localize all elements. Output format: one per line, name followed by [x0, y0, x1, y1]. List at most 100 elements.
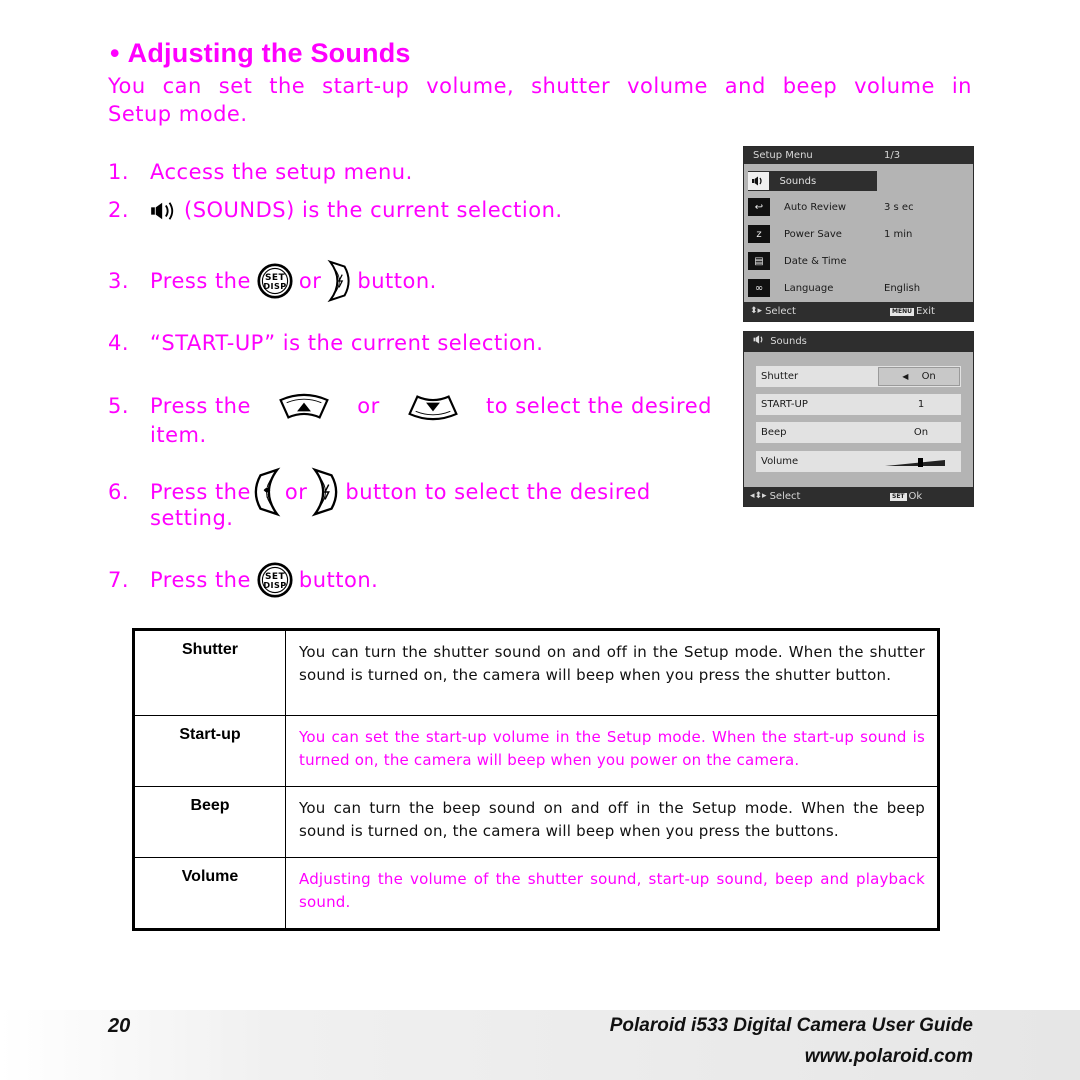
lcd-footer-bar: ◂⬍▸ Select SET Ok [744, 487, 973, 506]
lcd-title: Setup Menu [753, 150, 813, 161]
step-text-pre: Press the [150, 394, 251, 418]
volume-thumb[interactable] [918, 457, 923, 467]
step-2: 2. (SOUNDS) is the current selection. [108, 196, 563, 225]
menu-item-value: 1 min [884, 228, 913, 240]
navigation-arrows-icon: ⬍▸ [750, 306, 763, 316]
lcd-title-bar: Sounds [744, 332, 973, 352]
step-number: 2. [108, 198, 130, 222]
step-number: 3. [108, 268, 130, 293]
sounds-row-value: On [921, 371, 936, 382]
step-text-mid: or [357, 394, 380, 418]
table-key: Beep [133, 786, 286, 858]
step-7: 7. Press the SET DISP button. [108, 562, 378, 598]
footer-ok-label: Ok [908, 491, 923, 502]
step-6: 6. Press the or button to select the des… [108, 466, 730, 533]
menu-item-sounds[interactable]: Sounds [748, 171, 877, 191]
step-text-post: button to select the desired [345, 479, 651, 504]
sounds-row-value: 1 [917, 399, 925, 410]
set-disp-button-icon: SET DISP [257, 263, 293, 299]
table-row: Beep You can turn the beep sound on and … [133, 786, 939, 858]
sounds-row-label: Shutter [761, 371, 799, 382]
step-text-post: button. [298, 567, 379, 592]
footer-select-label: Select [765, 306, 796, 317]
section-heading: • Adjusting the Sounds [110, 38, 411, 69]
step-number: 7. [108, 567, 130, 592]
speaker-icon [150, 200, 178, 222]
step-text-mid: or [298, 268, 322, 293]
power-save-icon: z [748, 225, 770, 243]
heading-bullet: • [110, 38, 120, 68]
sounds-row-beep[interactable]: Beep On [756, 422, 961, 443]
table-key: Start-up [133, 715, 286, 787]
sound-settings-table: Shutter You can turn the shutter sound o… [132, 628, 940, 931]
table-description: You can set the start-up volume in the S… [285, 715, 939, 787]
footer-exit-label: Exit [915, 306, 935, 317]
step-text-post: button. [357, 268, 437, 293]
volume-slider[interactable] [885, 457, 945, 467]
menu-item-label: Power Save [784, 228, 842, 240]
sounds-row-value: On [913, 427, 929, 438]
intro-line-2: Setup mode. [108, 102, 248, 126]
menu-item-label: Language [784, 282, 834, 294]
right-flash-button-icon [327, 258, 351, 304]
step-text: (SOUNDS) is the current selection. [184, 198, 563, 222]
menu-item-value: English [884, 282, 921, 294]
step-number: 6. [108, 480, 130, 504]
step-text: Access the setup menu. [150, 160, 413, 184]
intro-paragraph: You can set the start-up volume, shutter… [108, 72, 972, 128]
guide-title: Polaroid i533 Digital Camera User Guide [609, 1015, 973, 1036]
menu-item-value: 3 s ec [884, 201, 914, 213]
table-description: You can turn the beep sound on and off i… [285, 786, 939, 858]
lcd-footer-bar: ⬍▸ Select MENU Exit [744, 302, 973, 321]
speaker-icon [748, 172, 770, 190]
menu-item-language[interactable]: ∞ Language English [748, 278, 969, 298]
step-4: 4. “START-UP” is the current selection. [108, 329, 543, 358]
table-key: Volume [133, 857, 286, 930]
navigation-arrows-icon: ◂⬍▸ [750, 491, 767, 501]
menu-item-date-time[interactable]: ▤ Date & Time [748, 251, 969, 271]
lcd-title-bar: Setup Menu 1/3 [744, 147, 973, 164]
right-flash-button-icon [311, 466, 339, 518]
step-text-mid: or [284, 479, 308, 504]
disp-label: DISP [263, 281, 286, 291]
sounds-row-volume[interactable]: Volume [756, 451, 961, 472]
website-link[interactable]: www.polaroid.com [805, 1046, 973, 1068]
step-text-pre: Press the [150, 268, 251, 293]
step-number: 1. [108, 160, 130, 184]
menu-item-label: Auto Review [784, 201, 847, 213]
table-row: Shutter You can turn the shutter sound o… [133, 629, 939, 716]
table-row: Volume Adjusting the volume of the shutt… [133, 857, 939, 930]
step-3: 3. Press the SET DISP or button. [108, 258, 437, 304]
menu-item-power-save[interactable]: z Power Save 1 min [748, 224, 969, 244]
sounds-row-label: Volume [761, 456, 799, 467]
up-button-icon [278, 393, 330, 421]
table-description: Adjusting the volume of the shutter soun… [285, 857, 939, 930]
step-text-pre: Press the [150, 479, 251, 504]
heading-title: Adjusting the Sounds [127, 38, 411, 68]
lcd-sounds-menu: Sounds Shutter ◀ On START-UP 1 Beep On V… [743, 331, 974, 507]
set-key-chip: SET [890, 492, 907, 501]
sounds-row-startup[interactable]: START-UP 1 [756, 394, 961, 415]
lcd-page-indicator: 1/3 [884, 150, 901, 161]
date-time-icon: ▤ [748, 252, 770, 270]
menu-item-label: Sounds [779, 175, 817, 187]
step-number: 4. [108, 331, 130, 355]
step-text-line2: item. [150, 423, 207, 447]
auto-review-icon: ↩ [748, 198, 770, 216]
page-number: 20 [108, 1015, 131, 1037]
table-description: You can turn the shutter sound on and of… [285, 629, 939, 716]
left-arrow-icon: ◀ [902, 372, 909, 381]
table-key: Shutter [133, 629, 286, 716]
lcd-title: Sounds [770, 336, 807, 347]
menu-item-label: Date & Time [784, 255, 847, 267]
footer-select-label: Select [769, 491, 801, 502]
speaker-icon [753, 335, 763, 344]
sounds-row-shutter[interactable]: Shutter ◀ On [756, 366, 961, 387]
set-disp-button-icon: SET DISP [257, 562, 293, 598]
step-1: 1. Access the setup menu. [108, 158, 413, 187]
disp-label: DISP [263, 580, 286, 590]
intro-line-1: You can set the start-up volume, shutter… [108, 74, 972, 98]
step-text-pre: Press the [150, 567, 251, 592]
table-row: Start-up You can set the start-up volume… [133, 715, 939, 787]
menu-item-auto-review[interactable]: ↩ Auto Review 3 s ec [748, 197, 969, 217]
